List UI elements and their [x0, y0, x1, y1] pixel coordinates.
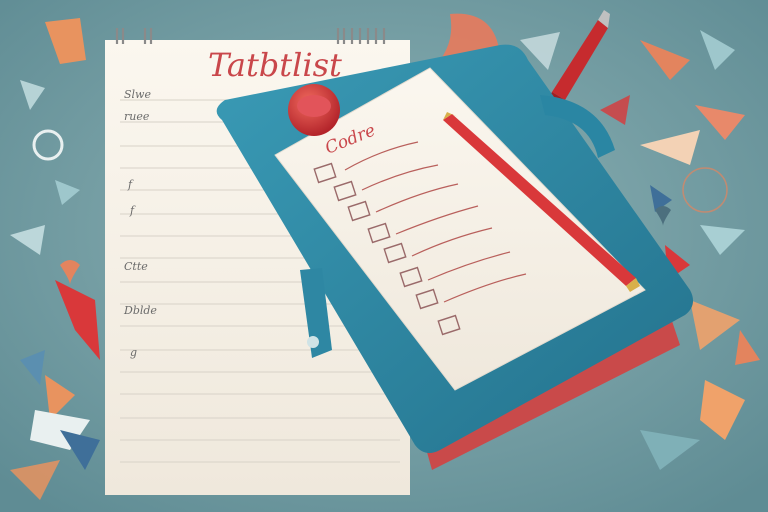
notepad-line-label: ruee: [124, 110, 150, 123]
folder-tab-hole: [307, 336, 319, 348]
notepad-title: Tatbtlist: [208, 46, 342, 84]
notepad-line-label: Slwe: [124, 88, 151, 101]
red-pin-top: [297, 95, 331, 117]
notepad-line-label: Dblde: [123, 304, 157, 317]
illustration-scene: Tatbtlist Slwe ruee f f Ctte Dblde g Cod…: [0, 0, 768, 512]
notepad-line-label: Ctte: [124, 260, 148, 273]
notepad-line-label: g: [130, 346, 137, 359]
